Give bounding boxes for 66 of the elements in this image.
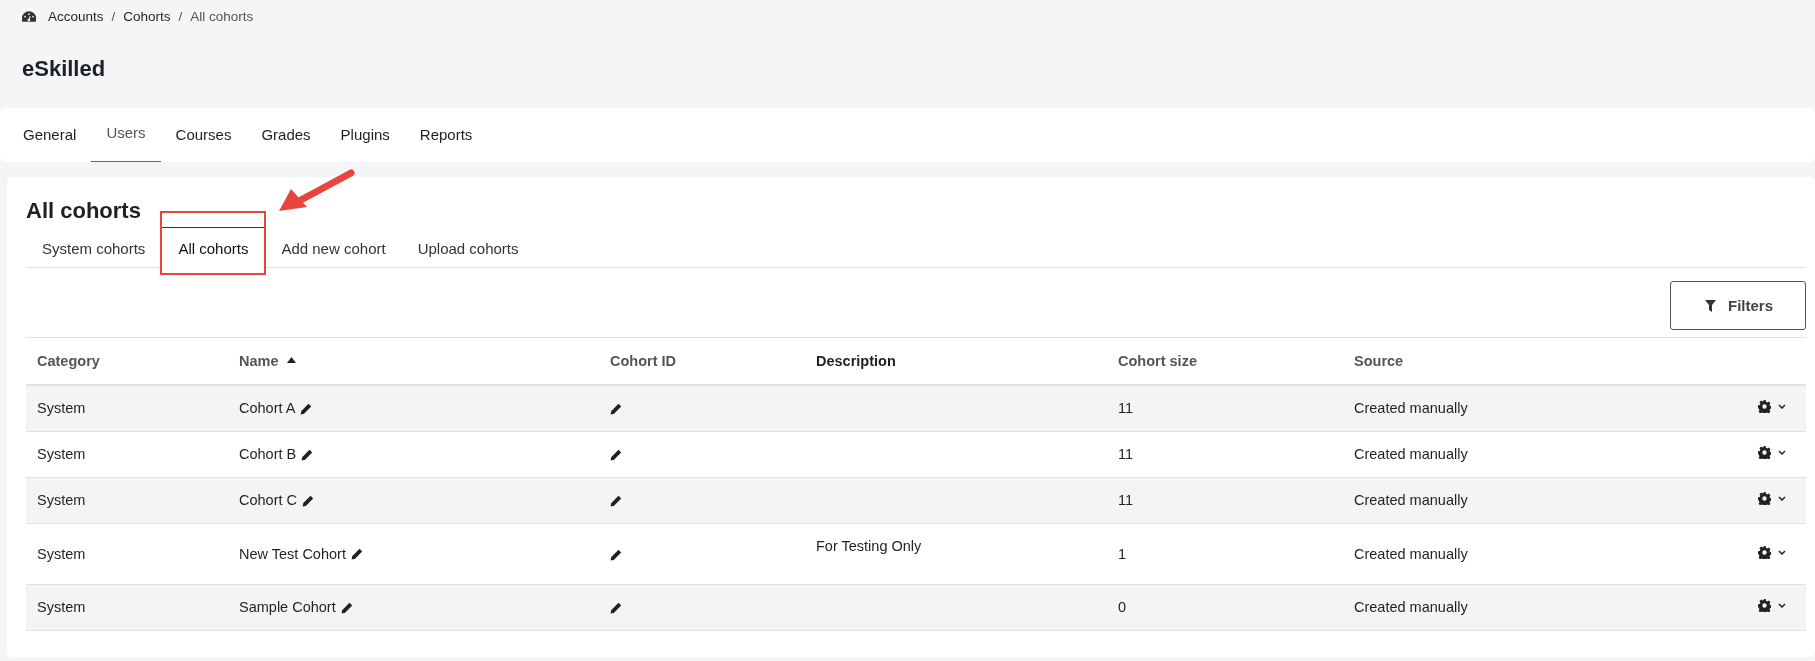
table-cell: Created manually: [1354, 545, 1468, 562]
pencil-icon[interactable]: [340, 601, 353, 614]
table-cell: System: [37, 599, 86, 615]
table-cell: Created manually: [1354, 599, 1468, 615]
table-cell: System: [37, 492, 86, 508]
table-cell: 0: [1118, 599, 1127, 615]
tab[interactable]: System cohorts: [26, 227, 162, 267]
nav-tab[interactable]: Courses: [160, 108, 247, 162]
breadcrumb-separator: /: [178, 8, 183, 24]
filters-button[interactable]: Filters: [1670, 281, 1806, 330]
site-title: eSkilled: [21, 55, 107, 82]
pencil-icon[interactable]: [300, 402, 313, 415]
filter-icon: [1705, 299, 1716, 312]
pencil-icon[interactable]: [301, 448, 314, 461]
actions-menu[interactable]: [1758, 492, 1786, 505]
table-cell: System: [37, 545, 86, 562]
page-heading: All cohorts: [26, 199, 142, 223]
gear-icon: [1758, 545, 1771, 559]
table-cell-text: Sample Cohort: [239, 598, 336, 617]
table-cell: Created manually: [1354, 400, 1468, 416]
tab[interactable]: Upload cohorts: [401, 227, 535, 267]
table-cell: For Testing Only: [816, 538, 922, 554]
table-cell: 1: [1118, 545, 1127, 562]
breadcrumb-link[interactable]: Cohorts: [123, 8, 171, 24]
table-cell-text: Cohort C: [239, 491, 298, 510]
chevron-down-icon: [1778, 603, 1786, 608]
nav-tab[interactable]: General: [8, 108, 92, 162]
actions-menu[interactable]: [1758, 446, 1786, 459]
table-cell: Created manually: [1354, 446, 1468, 462]
table-cell: 11: [1118, 400, 1134, 416]
tab[interactable]: All cohorts: [161, 227, 266, 268]
nav-tab[interactable]: Grades: [246, 108, 326, 162]
table-cell: System: [37, 446, 86, 462]
table-cell: System: [37, 400, 86, 416]
table-cell-text: Cohort A: [239, 399, 296, 418]
dashboard-icon: [22, 10, 36, 22]
gear-icon: [1758, 400, 1771, 413]
table-cell: 11: [1118, 446, 1134, 462]
gear-icon: [1758, 492, 1771, 505]
breadcrumb-separator: /: [111, 8, 116, 24]
pencil-icon[interactable]: [610, 495, 622, 508]
actions-menu[interactable]: [1758, 400, 1786, 413]
table-cell-text: New Test Cohort: [239, 544, 346, 564]
nav-tab[interactable]: Reports: [404, 108, 488, 162]
pencil-icon[interactable]: [350, 548, 363, 560]
gear-icon: [1758, 446, 1771, 459]
chevron-down-icon: [1778, 450, 1786, 455]
table-cell-text: Cohort B: [239, 445, 297, 464]
pencil-icon[interactable]: [610, 602, 622, 615]
gear-icon: [1758, 599, 1771, 612]
chevron-down-icon: [1778, 496, 1786, 501]
pencil-icon[interactable]: [610, 449, 622, 462]
breadcrumb-link[interactable]: All cohorts: [190, 8, 254, 24]
pencil-icon[interactable]: [610, 548, 622, 561]
chevron-down-icon: [1778, 549, 1786, 555]
pencil-icon[interactable]: [610, 403, 622, 416]
actions-menu[interactable]: [1758, 545, 1786, 559]
breadcrumb-link[interactable]: Accounts: [48, 8, 104, 24]
chevron-down-icon: [1778, 404, 1786, 409]
table-cell: 11: [1118, 492, 1134, 508]
pencil-icon[interactable]: [302, 494, 315, 507]
nav-tab[interactable]: Users: [91, 108, 161, 162]
nav-tab[interactable]: Plugins: [325, 108, 405, 162]
table-cell: Created manually: [1354, 492, 1468, 508]
actions-menu[interactable]: [1758, 599, 1786, 612]
tab[interactable]: Add new cohort: [265, 227, 402, 267]
